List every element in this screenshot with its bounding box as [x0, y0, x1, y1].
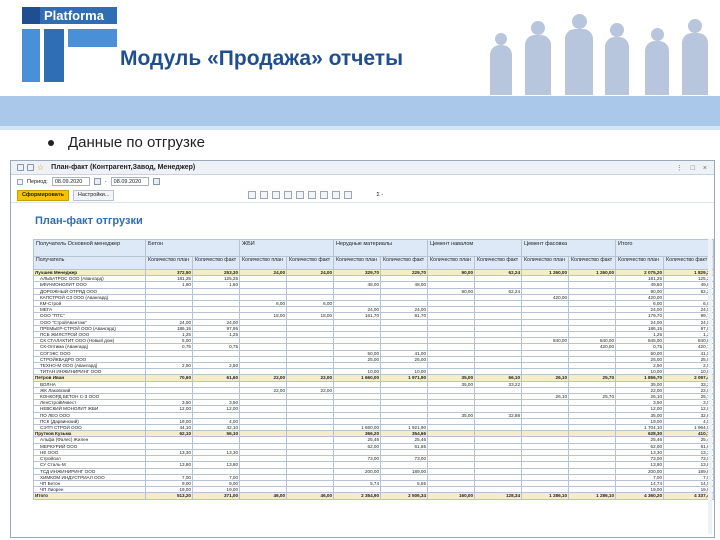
settings-button[interactable]: Настройки...: [72, 189, 115, 201]
vertical-scrollbar[interactable]: [708, 239, 712, 534]
row-value: 46,00: [239, 492, 288, 500]
row-value: 160,00: [427, 492, 476, 500]
sum-button[interactable]: Σ -: [376, 192, 383, 198]
row-value: 2 354,90: [333, 492, 382, 500]
header-group: Нерудные материалы: [333, 239, 429, 257]
row-value: 46,00: [286, 492, 335, 500]
header-group: Итого: [615, 239, 714, 257]
checkbox-icon[interactable]: [17, 178, 23, 185]
header-fact: Количество факт: [474, 256, 523, 270]
report-window: ☆ План-факт (Контрагент,Завод, Менеджер)…: [10, 160, 715, 538]
report-title: План-факт отгрузки: [35, 215, 143, 227]
header-recipient: Получатель: [33, 256, 146, 270]
mail-icon[interactable]: [332, 191, 341, 199]
row-value: 128,34: [474, 492, 523, 500]
header-group: Бетон: [144, 239, 241, 257]
row-name: Итого: [33, 492, 146, 500]
calendar-icon[interactable]: [93, 178, 101, 185]
bullet-text: Данные по отгрузке: [68, 134, 205, 151]
header-plan: Количество план: [615, 256, 665, 270]
header-fact: Количество факт: [286, 256, 335, 270]
header-fact: Количество факт: [663, 256, 714, 270]
header-plan: Количество план: [521, 256, 570, 270]
forward-icon[interactable]: [27, 164, 34, 171]
header-main-manager: Получатель Основной менеджер: [33, 239, 146, 257]
row-value: 1 286,10: [521, 492, 570, 500]
date-from-field[interactable]: 08.09.2020: [51, 177, 90, 186]
copy-icon[interactable]: [308, 191, 317, 199]
total-row[interactable]: Итого 513,20 371,00 46,00 46,00 2 354,90 2 506…: [33, 492, 714, 500]
slide-title: Модуль «Продажа» отчеты: [120, 47, 404, 70]
table-icon[interactable]: [344, 191, 353, 199]
header-plan: Количество план: [427, 256, 476, 270]
people-silhouettes-icon: [470, 0, 720, 95]
row-value: 371,00: [191, 492, 241, 500]
window-title: План-факт (Контрагент,Завод, Менеджер): [51, 164, 196, 171]
header-band-shade: [0, 126, 720, 130]
find-icon[interactable]: [272, 191, 281, 199]
header-row-groups: Получатель Основной менеджер Бетон ЖБИ Неру…: [33, 239, 714, 257]
row-value: 2 506,34: [380, 492, 429, 500]
collapse-icon[interactable]: [296, 191, 305, 199]
logo-text: Platforma: [44, 8, 104, 23]
report-area: План-факт отгрузки: [21, 213, 714, 235]
header-plan: Количество план: [145, 256, 193, 270]
platforma-logo: Platforma: [22, 7, 117, 82]
header-fact: Количество факт: [191, 256, 241, 270]
export-icon[interactable]: [320, 191, 329, 199]
star-icon[interactable]: ☆: [37, 163, 44, 172]
bullet-dot-icon: [48, 140, 54, 147]
period-params: Период: 08.09.2020 - 08.09.2020: [11, 175, 714, 188]
row-value: 4 337,46: [663, 492, 714, 500]
back-icon[interactable]: [17, 164, 24, 171]
print-icon[interactable]: [260, 191, 269, 199]
row-value: 513,20: [145, 492, 193, 500]
expand-icon[interactable]: [284, 191, 293, 199]
date-to-field[interactable]: 08.09.2020: [110, 177, 149, 186]
calendar-icon[interactable]: [152, 178, 160, 185]
period-label: Период:: [27, 178, 48, 185]
plan-fact-table: Получатель Основной менеджер Бетон ЖБИ Неру…: [33, 239, 714, 500]
header-group: Цемент фасовка: [521, 239, 617, 257]
date-separator: -: [104, 178, 107, 185]
header-group: ЖБИ: [239, 239, 335, 257]
slide: Platforma Модуль «Продажа» отчеты Данные…: [0, 0, 720, 540]
save-icon[interactable]: [248, 191, 257, 199]
generate-button[interactable]: Сформировать: [17, 189, 69, 201]
header-group: Цемент навалом: [427, 239, 523, 257]
header-plan: Количество план: [333, 256, 382, 270]
header-band: [0, 96, 720, 126]
header-plan: Количество план: [239, 256, 288, 270]
report-toolbar: Сформировать Настройки... Σ -: [11, 188, 714, 203]
bullet-item: Данные по отгрузке: [48, 134, 205, 151]
row-value: 1 286,10: [568, 492, 617, 500]
header-row-measures: Получатель Количество план Количество факт…: [33, 256, 714, 270]
window-controls[interactable]: ⋮ □ ×: [676, 164, 710, 172]
row-value: 4 360,20: [615, 492, 665, 500]
header-fact: Количество факт: [380, 256, 429, 270]
window-titlebar: ☆ План-факт (Контрагент,Завод, Менеджер)…: [11, 161, 714, 175]
header-fact: Количество факт: [568, 256, 617, 270]
